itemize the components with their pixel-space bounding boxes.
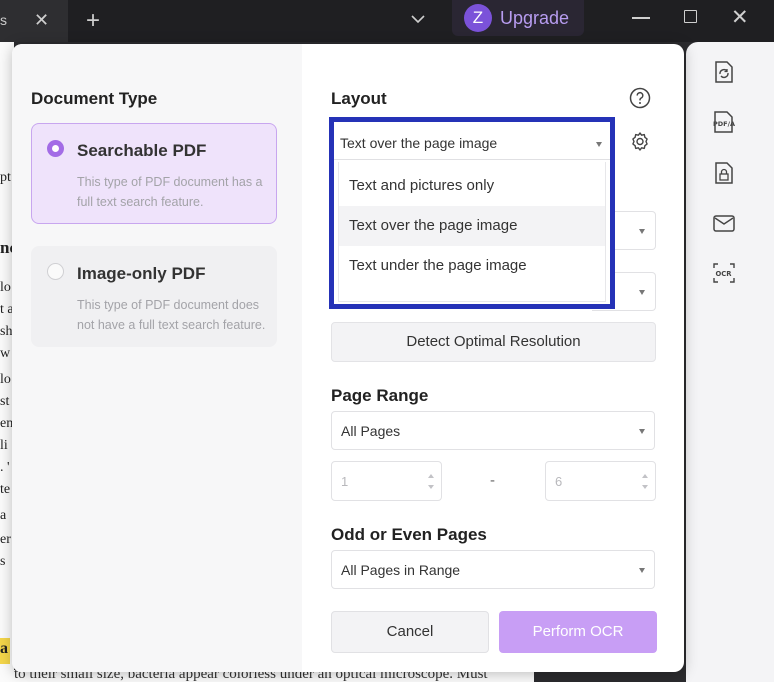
page-to-value: 6: [555, 474, 563, 489]
layout-options-list: Text and pictures only Text over the pag…: [338, 162, 606, 302]
layout-selected-value: Text over the page image: [340, 135, 498, 151]
radio-unselected-icon[interactable]: [47, 263, 64, 280]
option-description: This type of PDF document does not have …: [77, 298, 266, 332]
document-type-title: Document Type: [31, 89, 158, 108]
doc-edge-text: er: [0, 532, 11, 547]
document-tab[interactable]: s ✕: [0, 0, 68, 42]
perform-ocr-button[interactable]: Perform OCR: [499, 611, 657, 653]
gear-icon[interactable]: [629, 131, 651, 153]
doc-edge-text: li: [0, 438, 8, 453]
option-title: Searchable PDF: [77, 141, 207, 160]
doc-edge-text: w: [0, 346, 11, 361]
layout-option[interactable]: Text over the page image: [339, 206, 605, 246]
upgrade-label: Upgrade: [500, 8, 570, 28]
ocr-icon[interactable]: OCR: [712, 260, 736, 286]
option-image-only-pdf[interactable]: Image-only PDF This type of PDF document…: [31, 246, 277, 347]
page-range-title: Page Range: [331, 386, 429, 405]
maximize-icon[interactable]: [684, 10, 697, 23]
layout-option[interactable]: Text and pictures only: [339, 166, 605, 206]
option-title: Image-only PDF: [77, 264, 206, 283]
detect-optimal-resolution-button[interactable]: Detect Optimal Resolution: [331, 322, 656, 362]
cancel-button[interactable]: Cancel: [331, 611, 489, 653]
doc-edge-text: te: [0, 482, 11, 497]
range-separator: -: [490, 472, 495, 489]
page-range-select[interactable]: All Pages: [331, 411, 655, 450]
caret-down-icon: [639, 568, 645, 573]
caret-down-icon: [639, 429, 645, 434]
odd-even-value: All Pages in Range: [341, 562, 461, 578]
doc-edge-text: . ': [0, 460, 10, 475]
option-description: This type of PDF document has a full tex…: [77, 175, 263, 209]
page-from-stepper[interactable]: 1: [331, 461, 442, 501]
upgrade-button[interactable]: Z Upgrade: [452, 0, 584, 36]
pdfa-icon[interactable]: PDF/A: [712, 109, 736, 135]
doc-edge-text: a: [0, 508, 7, 523]
document-type-pane: Document Type Searchable PDF This type o…: [12, 44, 302, 672]
protect-icon[interactable]: [712, 160, 736, 186]
decrement-icon[interactable]: [642, 485, 648, 489]
option-searchable-pdf[interactable]: Searchable PDF This type of PDF document…: [31, 123, 277, 224]
help-icon[interactable]: [629, 87, 651, 109]
doc-edge-text: st: [0, 394, 10, 409]
doc-edge-text: pt: [0, 170, 11, 185]
page-from-value: 1: [341, 474, 349, 489]
close-window-icon[interactable]: ✕: [731, 5, 749, 30]
decrement-icon[interactable]: [428, 485, 434, 489]
increment-icon[interactable]: [428, 474, 434, 478]
brand-logo-icon: Z: [464, 4, 492, 32]
convert-icon[interactable]: [712, 59, 736, 85]
layout-dropdown[interactable]: Text over the page image Text and pictur…: [329, 117, 615, 309]
doc-edge-text: lo: [0, 372, 11, 387]
odd-even-select[interactable]: All Pages in Range: [331, 550, 655, 589]
doc-edge-text: s: [0, 554, 6, 569]
svg-text:OCR: OCR: [716, 270, 733, 278]
right-toolbar: PDF/A OCR: [686, 42, 774, 682]
svg-text:PDF/A: PDF/A: [713, 120, 735, 128]
new-tab-icon[interactable]: +: [86, 7, 100, 35]
page-to-stepper[interactable]: 6: [545, 461, 656, 501]
close-tab-icon[interactable]: ✕: [34, 10, 49, 31]
doc-edge-text: sh: [0, 324, 13, 339]
doc-edge-text: lo: [0, 280, 11, 295]
tab-title: s: [0, 12, 7, 28]
radio-selected-icon[interactable]: [47, 140, 64, 157]
mail-icon[interactable]: [712, 210, 736, 236]
title-bar: s ✕ + Z Upgrade ✕: [0, 0, 774, 42]
odd-even-title: Odd or Even Pages: [331, 525, 487, 544]
layout-option[interactable]: Text under the page image: [339, 246, 605, 286]
chevron-down-icon[interactable]: [408, 9, 428, 29]
layout-select[interactable]: Text over the page image: [334, 122, 610, 160]
caret-down-icon: [639, 229, 645, 234]
minimize-icon[interactable]: [632, 17, 650, 19]
increment-icon[interactable]: [642, 474, 648, 478]
caret-down-icon: [639, 290, 645, 295]
layout-title: Layout: [331, 89, 387, 108]
caret-down-icon: [596, 142, 602, 147]
page-range-value: All Pages: [341, 423, 401, 439]
doc-edge-text: a: [0, 640, 8, 657]
